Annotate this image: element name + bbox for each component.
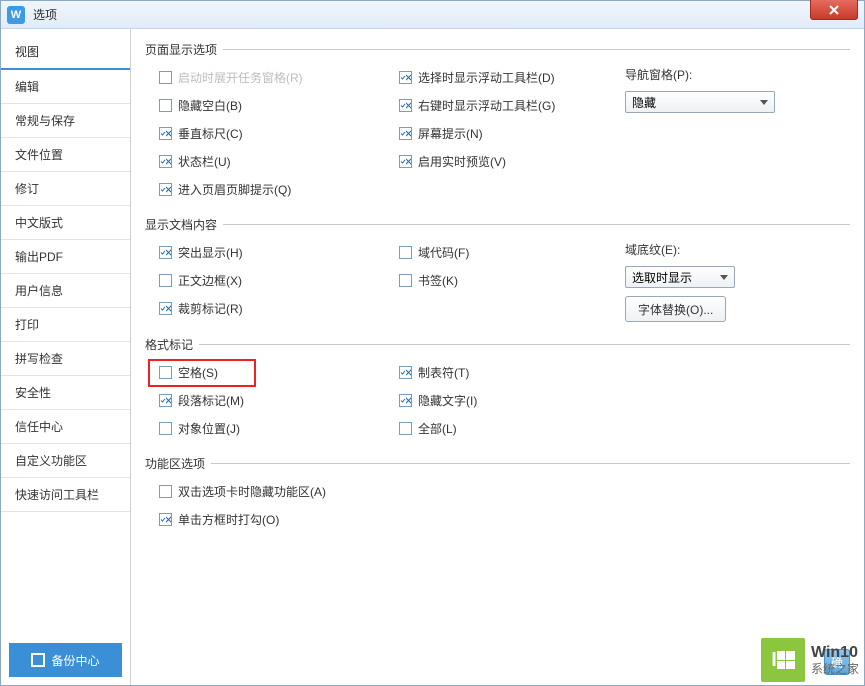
sidebar-tab-view[interactable]: 视图	[1, 35, 130, 70]
backup-center-button[interactable]: 备份中心	[9, 643, 122, 677]
cb-dblclick-hide-ribbon[interactable]: 双击选项卡时隐藏功能区(A)	[145, 483, 326, 500]
sidebar-tab-quick-access[interactable]: 快速访问工具栏	[1, 478, 130, 512]
cb-highlight[interactable]: 突出显示(H)	[145, 244, 243, 261]
cb-paragraph-marks[interactable]: 段落标记(M)	[145, 392, 244, 409]
sidebar-tab-file-location[interactable]: 文件位置	[1, 138, 130, 172]
group-doc-content-legend: 显示文档内容	[145, 216, 223, 233]
watermark-line1: Win10	[811, 643, 859, 662]
nav-pane-value: 隐藏	[632, 94, 656, 111]
cb-hide-whitespace[interactable]: 隐藏空白(B)	[145, 97, 242, 114]
cb-task-pane[interactable]: 启动时展开任务窗格(R)	[145, 69, 303, 86]
chevron-down-icon	[720, 275, 728, 280]
chevron-down-icon	[760, 100, 768, 105]
font-replace-button[interactable]: 字体替换(O)...	[625, 296, 726, 322]
cb-vertical-ruler[interactable]: 垂直标尺(C)	[145, 125, 243, 142]
nav-pane-label: 导航窗格(P):	[625, 66, 692, 83]
sidebar-tab-edit[interactable]: 编辑	[1, 70, 130, 104]
sidebar: 视图 编辑 常规与保存 文件位置 修订 中文版式 输出PDF 用户信息 打印 拼…	[1, 29, 131, 685]
cb-select-float-toolbar[interactable]: 选择时显示浮动工具栏(D)	[385, 69, 555, 86]
cb-body-border[interactable]: 正文边框(X)	[145, 272, 242, 289]
sidebar-tab-output-pdf[interactable]: 输出PDF	[1, 240, 130, 274]
close-icon	[828, 4, 840, 16]
sidebar-tab-spell-check[interactable]: 拼写检查	[1, 342, 130, 376]
cb-screen-tips[interactable]: 屏幕提示(N)	[385, 125, 483, 142]
group-format-marks: 格式标记 空格(S) 制表符(T) 段落标记(M) 隐藏文字(I) 对象位置(J…	[145, 336, 850, 445]
sidebar-tab-security[interactable]: 安全性	[1, 376, 130, 410]
sidebar-tab-chinese-layout[interactable]: 中文版式	[1, 206, 130, 240]
titlebar: W 选项	[1, 1, 864, 29]
cb-click-box-check[interactable]: 单击方框时打勾(O)	[145, 511, 279, 528]
field-shading-select[interactable]: 选取时显示	[625, 266, 735, 288]
cb-live-preview[interactable]: 启用实时预览(V)	[385, 153, 506, 170]
windows-icon	[777, 651, 795, 669]
group-ribbon-legend: 功能区选项	[145, 455, 211, 472]
content-panel: 页面显示选项 启动时展开任务窗格(R) 选择时显示浮动工具栏(D) 导航窗格(P…	[131, 29, 864, 685]
sidebar-tab-print[interactable]: 打印	[1, 308, 130, 342]
cb-spaces[interactable]: 空格(S)	[145, 364, 218, 381]
cb-tabs[interactable]: 制表符(T)	[385, 364, 469, 381]
sidebar-tab-trust-center[interactable]: 信任中心	[1, 410, 130, 444]
sidebar-tab-user-info[interactable]: 用户信息	[1, 274, 130, 308]
group-page-display-legend: 页面显示选项	[145, 41, 223, 58]
backup-icon	[31, 653, 45, 667]
sidebar-tab-customize-ribbon[interactable]: 自定义功能区	[1, 444, 130, 478]
cb-bookmarks[interactable]: 书签(K)	[385, 272, 458, 289]
cb-header-footer-tip[interactable]: 进入页眉页脚提示(Q)	[145, 181, 291, 198]
cb-hidden-text[interactable]: 隐藏文字(I)	[385, 392, 477, 409]
window-title: 选项	[33, 6, 57, 23]
cb-status-bar[interactable]: 状态栏(U)	[145, 153, 231, 170]
group-doc-content: 显示文档内容 突出显示(H) 域代码(F) 域底纹(E): 选取时显示	[145, 216, 850, 326]
watermark: I Win10 系统之家	[755, 634, 865, 686]
cb-all[interactable]: 全部(L)	[385, 420, 457, 437]
close-button[interactable]	[810, 0, 858, 20]
watermark-logo: I	[761, 638, 805, 682]
cb-object-position[interactable]: 对象位置(J)	[145, 420, 240, 437]
cb-field-codes[interactable]: 域代码(F)	[385, 244, 469, 261]
sidebar-tab-revision[interactable]: 修订	[1, 172, 130, 206]
cb-crop-marks[interactable]: 裁剪标记(R)	[145, 300, 243, 317]
nav-pane-select[interactable]: 隐藏	[625, 91, 775, 113]
cb-rightclick-float-toolbar[interactable]: 右键时显示浮动工具栏(G)	[385, 97, 555, 114]
field-shading-value: 选取时显示	[632, 269, 692, 286]
field-shading-label: 域底纹(E):	[625, 241, 735, 258]
group-page-display: 页面显示选项 启动时展开任务窗格(R) 选择时显示浮动工具栏(D) 导航窗格(P…	[145, 41, 850, 206]
sidebar-tab-general-save[interactable]: 常规与保存	[1, 104, 130, 138]
group-format-marks-legend: 格式标记	[145, 336, 199, 353]
app-icon: W	[7, 6, 25, 24]
watermark-line2: 系统之家	[811, 662, 859, 676]
backup-label: 备份中心	[51, 652, 99, 669]
group-ribbon: 功能区选项 双击选项卡时隐藏功能区(A) 单击方框时打勾(O)	[145, 455, 850, 536]
